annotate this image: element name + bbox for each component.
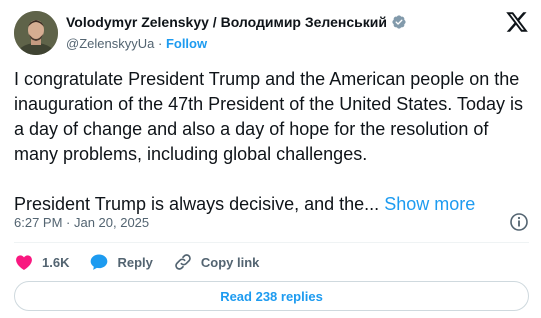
- handle-separator: ·: [157, 36, 163, 51]
- tweet-paragraph-1: I congratulate President Trump and the A…: [14, 69, 524, 164]
- tweet-timestamp[interactable]: 6:27 PM · Jan 20, 2025: [14, 215, 149, 230]
- like-button[interactable]: 1.6K: [14, 252, 69, 272]
- action-bar: 1.6K Reply Copy link: [14, 252, 279, 272]
- tweet-paragraph-2: President Trump is always decisive, and …: [14, 192, 529, 217]
- heart-icon: [14, 252, 34, 272]
- author-handle[interactable]: @ZelenskyyUa: [66, 36, 154, 51]
- link-icon: [173, 252, 193, 272]
- show-more-link[interactable]: Show more: [384, 194, 475, 214]
- like-count: 1.6K: [42, 254, 70, 270]
- avatar-image: [14, 11, 58, 55]
- reply-label: Reply: [117, 254, 153, 270]
- avatar[interactable]: [14, 11, 58, 55]
- author-name[interactable]: Volodymyr Zelenskyy / Володимир Зеленськ…: [66, 14, 387, 30]
- read-replies-button[interactable]: Read 238 replies: [14, 281, 529, 311]
- tweet-paragraph-2-text: President Trump is always decisive, and …: [14, 194, 380, 214]
- speech-bubble-icon: [89, 252, 109, 272]
- copy-link-button[interactable]: Copy link: [173, 252, 260, 272]
- info-icon[interactable]: [509, 212, 529, 232]
- reply-button[interactable]: Reply: [89, 252, 153, 272]
- tweet-card: Volodymyr Zelenskyy / Володимир Зеленськ…: [0, 0, 541, 318]
- verified-badge-icon: [391, 14, 407, 30]
- divider: [14, 242, 529, 243]
- x-logo-icon[interactable]: [505, 10, 529, 34]
- copy-link-label: Copy link: [200, 254, 260, 270]
- author-handle-row: @ZelenskyyUa · Follow: [66, 36, 207, 51]
- tweet-text: I congratulate President Trump and the A…: [14, 67, 529, 217]
- follow-button[interactable]: Follow: [166, 36, 207, 51]
- author-name-row: Volodymyr Zelenskyy / Володимир Зеленськ…: [66, 14, 407, 30]
